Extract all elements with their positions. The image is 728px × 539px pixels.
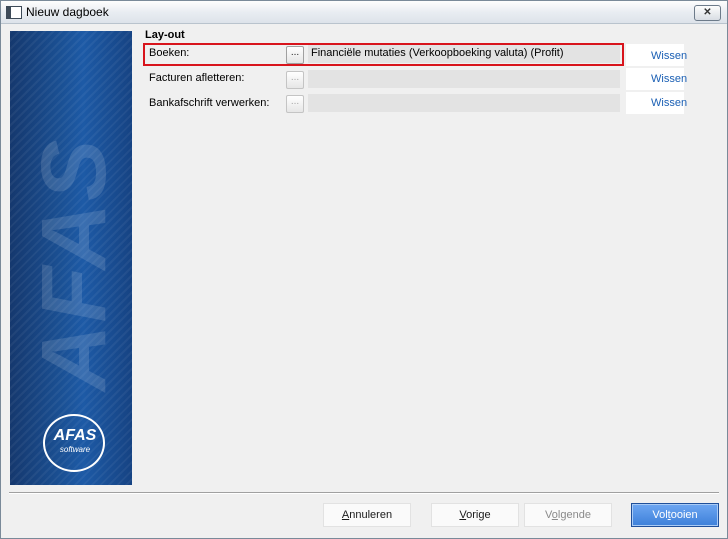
bankafschrift-verwerken-value-field[interactable] [308, 94, 620, 112]
boeken-row-highlight [143, 43, 624, 66]
previous-button[interactable]: Vorige [431, 503, 519, 527]
afas-logo-subtext: software [59, 445, 91, 454]
title-bar: Nieuw dagboek ✕ [1, 1, 727, 24]
facturen-afletteren-browse-button[interactable]: ... [286, 71, 304, 89]
brand-side-panel: AFAS AFAS software [10, 31, 132, 485]
finish-label-post: ooien [670, 509, 698, 521]
window-title: Nieuw dagboek [26, 5, 109, 19]
facturen-afletteren-label: Facturen afletteren: [149, 72, 245, 84]
afas-logo-text: AFAS [53, 427, 97, 444]
cancel-button[interactable]: Annuleren [323, 503, 411, 527]
bankafschrift-verwerken-browse-button[interactable]: ... [286, 95, 304, 113]
facturen-afletteren-value-field[interactable] [308, 70, 620, 88]
facturen-afletteren-clear-link[interactable]: Wissen [651, 73, 687, 85]
previous-label-post: orige [466, 509, 491, 521]
finish-label-pre: Vol [652, 509, 668, 521]
cancel-label-post: nnuleren [349, 509, 393, 521]
finish-button[interactable]: Voltooien [631, 503, 719, 527]
afas-watermark: AFAS [23, 137, 125, 391]
close-button[interactable]: ✕ [694, 5, 721, 21]
next-button[interactable]: Volgende [524, 503, 612, 527]
boeken-clear-link[interactable]: Wissen [651, 50, 687, 62]
section-title: Lay-out [145, 29, 185, 41]
next-label-post: lgende [557, 509, 591, 521]
bankafschrift-verwerken-label: Bankafschrift verwerken: [149, 97, 270, 109]
bankafschrift-verwerken-clear-link[interactable]: Wissen [651, 97, 687, 109]
next-label-pre: V [545, 509, 552, 521]
window-icon [6, 6, 22, 19]
footer-separator [9, 492, 719, 494]
